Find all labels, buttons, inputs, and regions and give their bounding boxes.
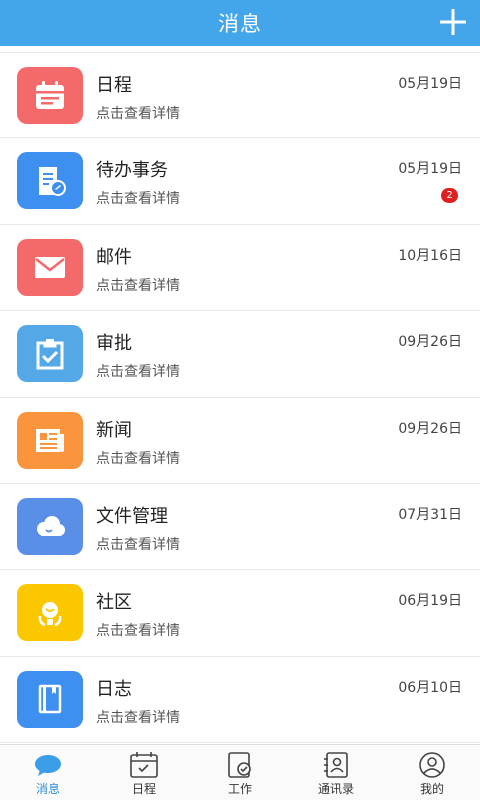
message-icon-box [17,238,83,296]
message-subtitle: 点击查看详情 [96,623,180,640]
message-title: 新闻 [96,419,132,441]
message-icon-box [17,152,83,210]
message-title: 文件管理 [96,505,168,527]
approval-clipboard-icon [36,338,64,370]
work-check-icon [228,752,251,778]
message-item-mail[interactable]: 邮件 点击查看详情 10月16日 [0,225,480,312]
message-item-file-management[interactable]: 文件管理 点击查看详情 07月31日 [0,484,480,571]
message-subtitle: 点击查看详情 [96,106,180,122]
message-subtitle: 点击查看详情 [96,450,180,467]
message-date: 07月31日 [398,506,462,523]
notebook-icon [38,684,62,714]
tab-label: 日程 [131,782,156,796]
tab-profile[interactable]: 我的 [384,745,480,800]
bottom-tab-bar: 消息 日程 工作 通讯录 我的 [0,744,480,800]
message-date: 05月19日 [398,76,462,92]
message-subtitle: 点击查看详情 [96,191,180,208]
message-date: 10月16日 [398,247,462,264]
message-list: 日程 点击查看详情 05月19日 待办事务 点击查看详情 05月19日 2 邮件… [0,52,480,744]
message-title: 待办事务 [96,160,168,182]
message-date: 09月26日 [398,334,462,351]
tab-schedule[interactable]: 日程 [96,745,192,800]
tab-label: 消息 [35,782,60,796]
tab-label: 我的 [419,782,444,796]
message-date: 05月19日 [398,161,462,178]
newspaper-icon [36,429,64,453]
unread-badge: 2 [441,188,458,204]
message-title: 社区 [96,592,132,614]
message-item-schedule[interactable]: 日程 点击查看详情 05月19日 [0,52,480,139]
message-item-approval[interactable]: 审批 点击查看详情 09月26日 [0,311,480,398]
plus-icon [440,9,466,35]
message-icon-box [17,67,83,124]
contacts-icon [324,752,348,778]
community-person-icon [38,601,62,627]
message-date: 06月19日 [398,593,462,610]
message-subtitle: 点击查看详情 [96,709,180,726]
tab-contacts[interactable]: 通讯录 [288,745,384,800]
message-title: 日志 [96,678,132,700]
message-item-log[interactable]: 日志 点击查看详情 06月10日 [0,657,480,744]
message-subtitle: 点击查看详情 [96,536,180,553]
message-icon-box [17,497,83,555]
message-icon-box [17,325,83,383]
message-item-community[interactable]: 社区 点击查看详情 06月19日 [0,570,480,657]
app-header: 消息 [0,0,480,46]
profile-icon [419,752,445,778]
tab-label: 工作 [227,782,252,796]
todo-document-icon [39,166,66,196]
tab-label: 通讯录 [317,782,354,796]
calendar-tab-icon [130,752,158,778]
message-date: 06月10日 [398,679,462,696]
message-icon-box [17,411,83,469]
chat-bubble-icon [35,755,61,776]
message-subtitle: 点击查看详情 [96,364,180,381]
cloud-icon [37,516,65,537]
tab-messages[interactable]: 消息 [0,745,96,800]
message-icon-box [17,670,83,728]
message-title: 邮件 [96,246,132,268]
message-title: 审批 [96,333,132,355]
message-date: 09月26日 [398,420,462,437]
message-item-todo[interactable]: 待办事务 点击查看详情 05月19日 2 [0,138,480,225]
mail-icon [35,257,65,279]
tab-work[interactable]: 工作 [192,745,288,800]
calendar-icon [36,80,64,109]
message-icon-box [17,584,83,642]
message-title: 日程 [96,75,132,96]
add-button[interactable] [438,7,468,37]
message-subtitle: 点击查看详情 [96,277,180,294]
message-item-news[interactable]: 新闻 点击查看详情 09月26日 [0,398,480,484]
page-title: 消息 [218,12,262,36]
